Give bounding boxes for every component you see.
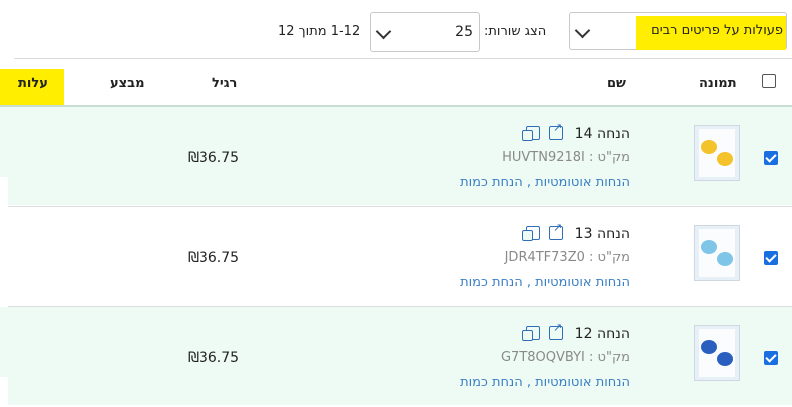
header-cost[interactable]: עלות <box>18 76 48 91</box>
product-thumbnail[interactable] <box>694 125 740 181</box>
product-thumbnail[interactable] <box>694 225 740 281</box>
header-regular-price[interactable]: רגיל <box>212 76 237 91</box>
bulk-actions-label: פעולות על פריטים רבים <box>651 23 783 38</box>
row-edge <box>0 307 8 377</box>
thumb-shape <box>701 140 717 154</box>
thumb-shape <box>701 240 717 254</box>
table-header: תמונה שם רגיל מבצע עלות <box>0 59 792 105</box>
product-name[interactable]: הנחה 12 <box>575 326 630 342</box>
external-link-icon[interactable] <box>549 221 563 240</box>
external-link-icon[interactable] <box>549 321 563 340</box>
row-checkbox[interactable] <box>764 251 778 265</box>
product-discount-tags[interactable]: הנחות אוטומטיות , הנחת כמות <box>460 275 630 290</box>
header-name[interactable]: שם <box>607 76 626 91</box>
thumb-shape <box>717 152 733 166</box>
rows-per-page-select[interactable]: 25 <box>370 12 480 52</box>
row-checkbox[interactable] <box>764 351 778 365</box>
product-thumbnail[interactable] <box>694 325 740 381</box>
product-sku: מק"ט : JDR4TF73Z0 <box>504 250 630 265</box>
product-name[interactable]: הנחה 14 <box>575 126 630 142</box>
rows-per-page-value: 25 <box>455 24 473 40</box>
row-edge <box>0 107 8 177</box>
external-link-icon[interactable] <box>549 121 563 140</box>
pagination-info: 1-12 מתוך 12 <box>278 24 361 39</box>
toolbar: פעולות על פריטים רבים הצג שורות: 25 1-12… <box>0 0 792 58</box>
table-row[interactable]: הנחה 12 מק"ט : G7T8OQVBYI הנחות אוטומטיו… <box>8 307 792 405</box>
thumb-shape <box>717 252 733 266</box>
chevron-down-icon <box>574 22 591 39</box>
thumb-shape <box>717 352 733 366</box>
row-checkbox[interactable] <box>764 151 778 165</box>
copy-icon[interactable] <box>522 126 540 141</box>
copy-icon[interactable] <box>522 226 540 241</box>
rows-per-page-label: הצג שורות: <box>484 24 547 39</box>
product-discount-tags[interactable]: הנחות אוטומטיות , הנחת כמות <box>460 375 630 390</box>
thumb-shape <box>701 340 717 354</box>
table-row[interactable]: הנחה 13 מק"ט : JDR4TF73Z0 הנחות אוטומטיו… <box>8 207 792 305</box>
product-sku: מק"ט : G7T8OQVBYI <box>500 350 630 365</box>
copy-icon[interactable] <box>522 326 540 341</box>
regular-price: ₪36.75 <box>188 350 240 366</box>
header-image[interactable]: תמונה <box>699 76 737 91</box>
select-all-checkbox[interactable] <box>762 74 776 88</box>
product-name[interactable]: הנחה 13 <box>575 226 630 242</box>
regular-price: ₪36.75 <box>188 150 240 166</box>
chevron-down-icon <box>375 23 392 40</box>
product-sku: מק"ט : HUVTN9218I <box>502 150 630 165</box>
product-discount-tags[interactable]: הנחות אוטומטיות , הנחת כמות <box>460 175 630 190</box>
header-sale-price[interactable]: מבצע <box>110 76 144 91</box>
bulk-actions-select[interactable]: פעולות על פריטים רבים <box>569 12 787 50</box>
regular-price: ₪36.75 <box>188 250 240 266</box>
table-row[interactable]: הנחה 14 מק"ט : HUVTN9218I הנחות אוטומטיו… <box>8 107 792 205</box>
